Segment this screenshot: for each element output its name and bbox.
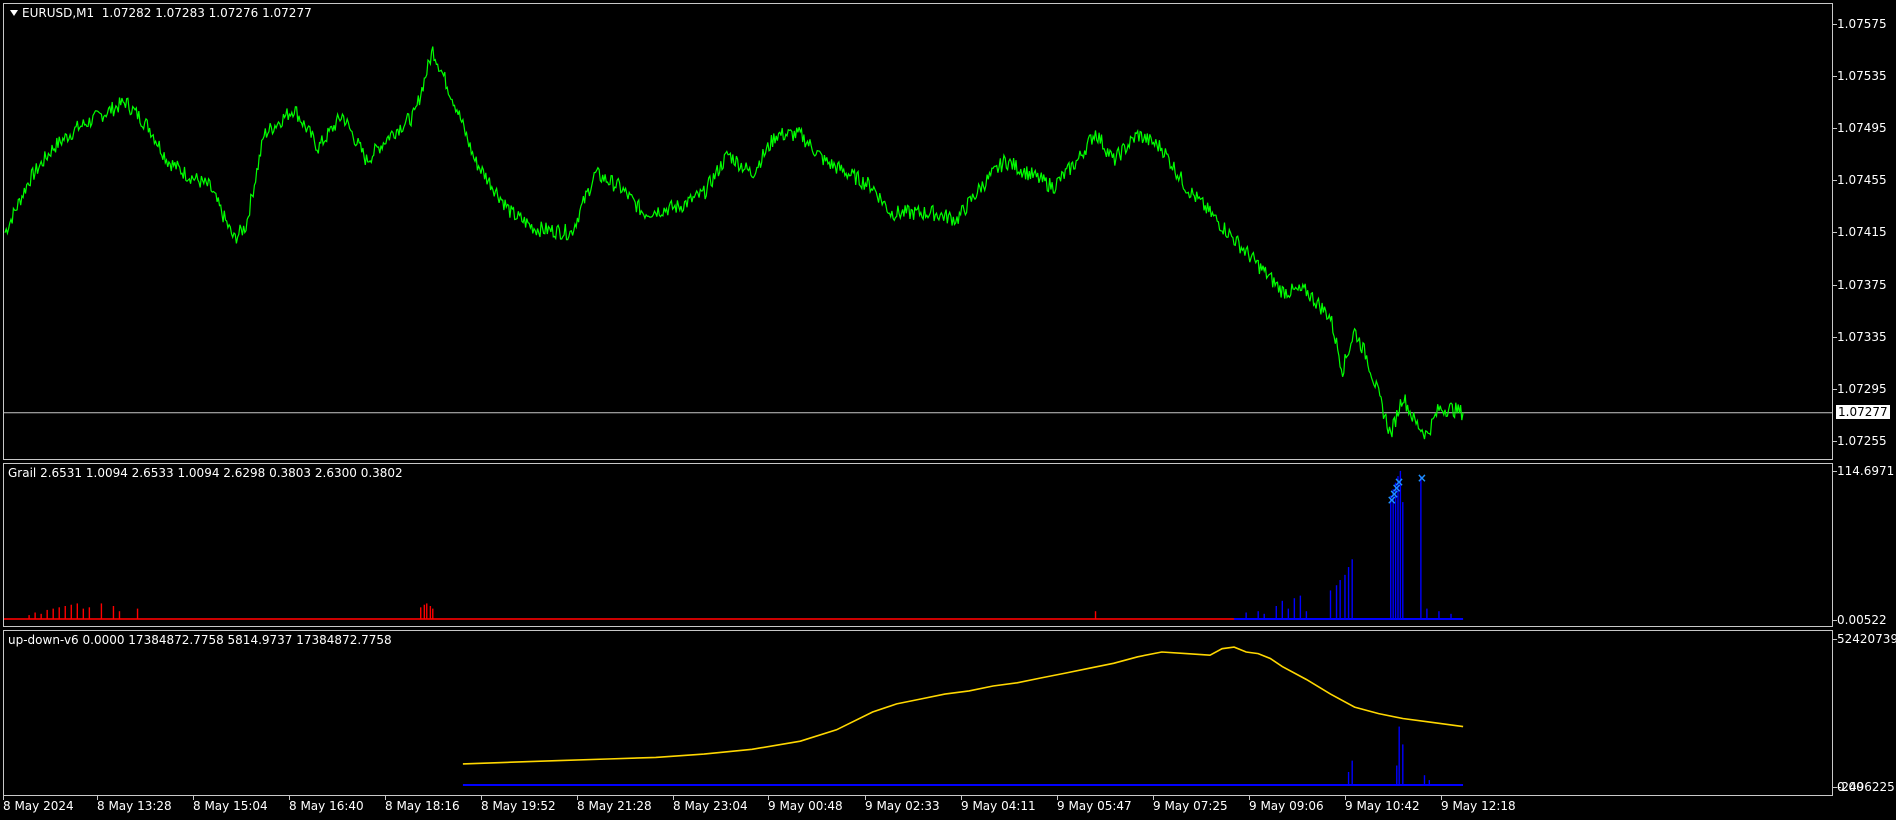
grail-indicator-pane[interactable]: × × × × × Grail 2.6531 1.0094 2.6533 1.0094 … [3,463,1833,627]
time-tick: 9 May 07:25 [1153,796,1228,813]
time-tick: 8 May 13:28 [97,796,172,813]
updown-indicator-label: up-down-v6 0.0000 17384872.7758 5814.973… [8,633,392,647]
collapse-triangle-icon[interactable] [10,10,18,16]
time-tick: 9 May 09:06 [1249,796,1324,813]
price-tick: 1.07415 [1833,225,1887,239]
grail-axis[interactable]: 114.6971 0.00522 [1832,463,1896,627]
symbol-ohlc-text: EURUSD,M1 1.07282 1.07283 1.07276 1.0727… [22,6,312,20]
price-tick: 1.07255 [1833,434,1887,448]
time-tick: 8 May 15:04 [193,796,268,813]
updown-tick: -2496225.0 [1832,780,1896,794]
time-tick: 9 May 04:11 [961,796,1036,813]
time-tick: 9 May 02:33 [865,796,940,813]
updown-indicator-canvas[interactable] [4,631,1833,796]
grail-tick: 114.6971 [1832,464,1895,478]
time-tick: 8 May 18:16 [385,796,460,813]
price-tick: 1.07495 [1833,121,1887,135]
eurusd-price-line [4,46,1464,440]
grail-cross-marker: × [1394,475,1404,489]
updown-axis[interactable]: 52420739. 0.00 -2496225.0 [1832,630,1896,796]
time-tick: 8 May 2024 [3,796,74,813]
price-tick: 1.07335 [1833,330,1887,344]
current-price-tag: 1.07277 [1836,405,1890,419]
price-tick: 1.07575 [1833,17,1887,31]
time-tick: 8 May 21:28 [577,796,652,813]
time-tick: 9 May 12:18 [1441,796,1516,813]
price-axis[interactable]: 1.07575 1.07535 1.07495 1.07455 1.07415 … [1833,3,1896,460]
grail-indicator-canvas[interactable]: ×××× × [4,464,1833,627]
price-tick: 1.07455 [1833,173,1887,187]
time-tick: 9 May 05:47 [1057,796,1132,813]
price-chart-canvas[interactable] [4,4,1833,460]
time-tick: 8 May 19:52 [481,796,556,813]
time-tick: 8 May 16:40 [289,796,364,813]
price-tick: 1.07375 [1833,278,1887,292]
updown-indicator-pane[interactable]: up-down-v6 0.0000 17384872.7758 5814.973… [3,630,1833,796]
price-chart-label: EURUSD,M1 1.07282 1.07283 1.07276 1.0727… [8,6,312,20]
time-tick: 9 May 00:48 [768,796,843,813]
updown-tick: 52420739. [1833,632,1896,646]
grail-tick: 0.00522 [1833,613,1887,627]
time-tick: 8 May 23:04 [673,796,748,813]
price-tick: 1.07295 [1833,382,1887,396]
updown-line [462,646,1464,765]
time-tick: 9 May 10:42 [1345,796,1420,813]
grail-cross-marker: × [1417,471,1427,485]
price-chart-pane[interactable]: EURUSD,M1 1.07282 1.07283 1.07276 1.0727… [3,3,1833,460]
time-axis[interactable]: 8 May 2024 8 May 13:28 8 May 15:04 8 May… [0,796,1896,820]
grail-indicator-label: Grail 2.6531 1.0094 2.6533 1.0094 2.6298… [8,466,403,480]
price-tick: 1.07535 [1833,69,1887,83]
